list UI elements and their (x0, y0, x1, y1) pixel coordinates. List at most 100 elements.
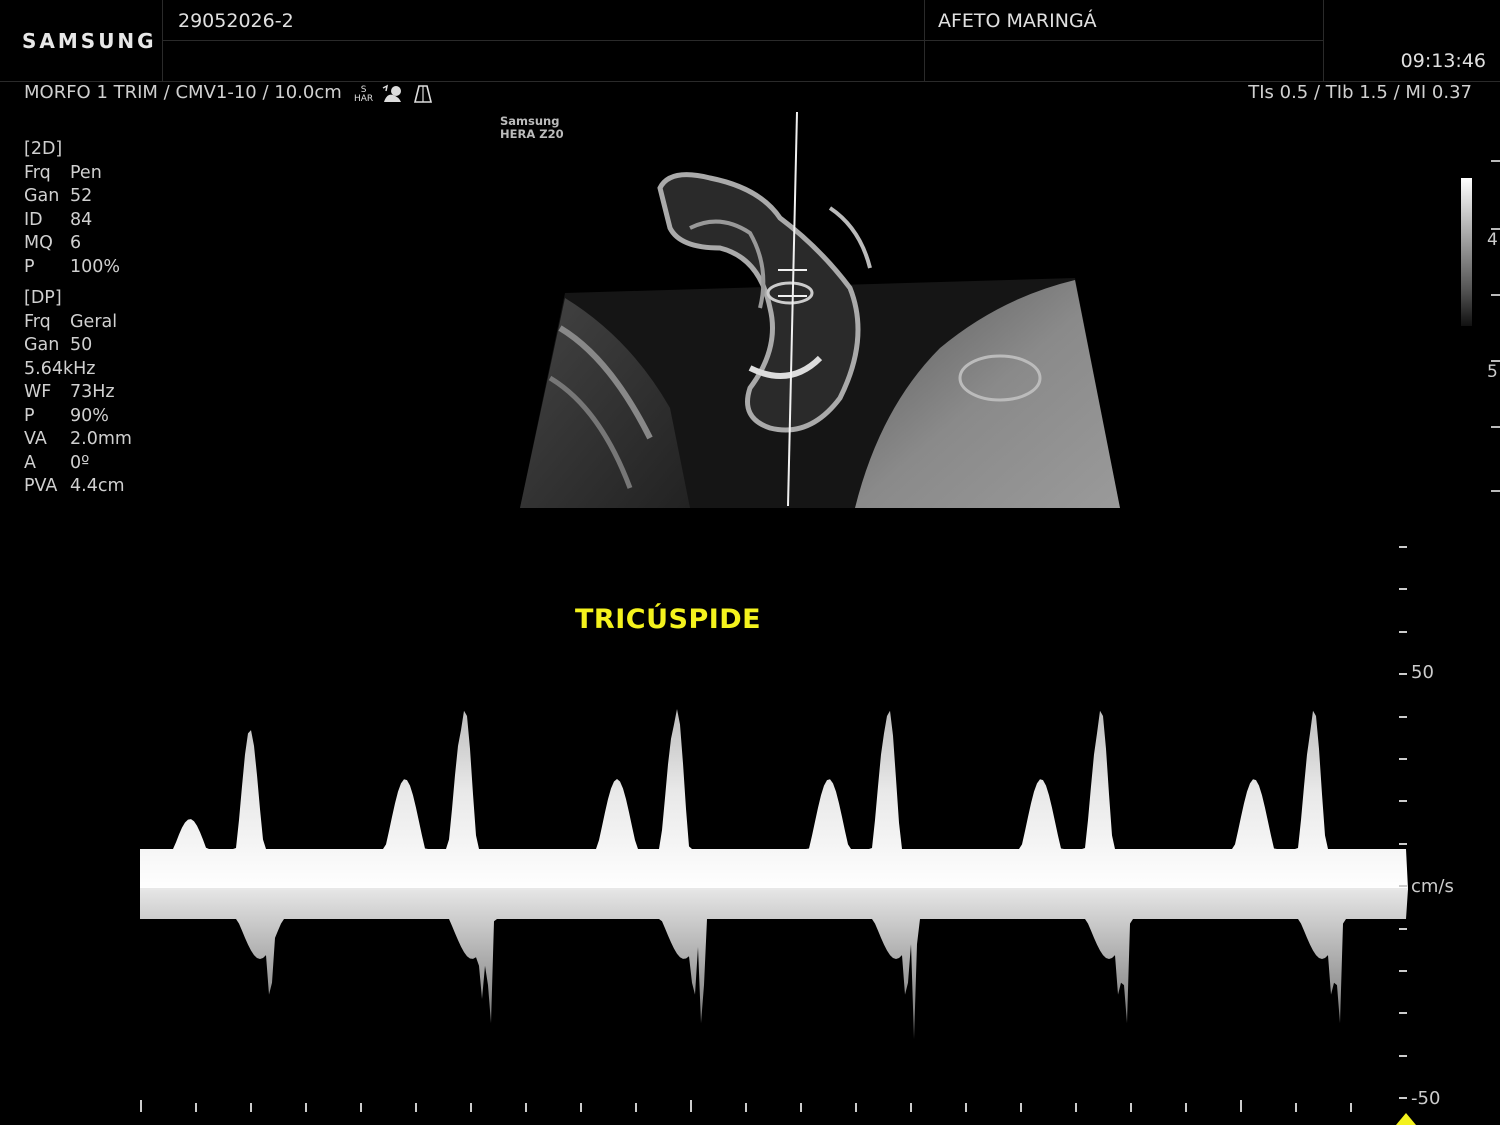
clock: 09:13:46 (1400, 50, 1486, 72)
param-row: MQ 6 (24, 232, 120, 256)
param-row: ID 84 (24, 209, 120, 233)
param-row: Frq Pen (24, 162, 120, 186)
velocity-tick (1399, 1097, 1407, 1100)
velocity-tick (1399, 758, 1407, 760)
spectrum-forward-flow (140, 709, 1408, 889)
depth-tick (1491, 294, 1500, 296)
time-tick (800, 1103, 802, 1112)
param-row: P 90% (24, 405, 132, 429)
header-bar: SAMSUNG 09:13:46 29052026-2 AFETO MARING… (0, 0, 1500, 82)
param-row: 5.64kHz (24, 358, 132, 382)
time-scale (138, 1098, 1368, 1116)
param-value: 100% (70, 256, 121, 277)
patient-id: 29052026-2 (178, 10, 294, 32)
clock-cell: 09:13:46 (1324, 0, 1500, 82)
time-tick (360, 1103, 362, 1112)
spectral-waveform (140, 709, 1408, 1039)
depth-scale: 4 5 (1485, 150, 1500, 500)
depth-label: 5 (1487, 362, 1498, 382)
brand-logo: SAMSUNG (22, 29, 157, 53)
param-value: 84 (70, 209, 93, 230)
velocity-tick (1399, 588, 1407, 591)
time-tick (910, 1103, 912, 1112)
param-key: Gan (24, 335, 60, 355)
param-key: P (24, 256, 35, 277)
param-key: Frq (24, 311, 51, 332)
param-row: Gan 52 (24, 185, 120, 209)
param-value: 6 (70, 233, 82, 253)
depth-label: 4 (1487, 230, 1498, 250)
time-tick (415, 1103, 417, 1112)
param-key: 5.64kHz (24, 358, 96, 379)
param-row: A 0º (24, 452, 132, 476)
param-value: 50 (70, 335, 93, 355)
time-tick (1020, 1103, 1022, 1112)
params-doppler-panel: [DP] Frq Geral Gan 50 5.64kHz WF 73Hz P 90% … (24, 287, 132, 499)
har-label-bottom: HAR (354, 94, 374, 104)
time-tick (1295, 1103, 1297, 1112)
param-value: 73Hz (70, 382, 115, 402)
time-tick (855, 1103, 857, 1112)
param-row: WF 73Hz (24, 381, 132, 405)
probe-orientation-icon (414, 85, 433, 103)
param-value: 0º (70, 452, 90, 473)
grayscale-bar (1461, 178, 1472, 326)
param-key: ID (24, 209, 43, 230)
time-tick (195, 1103, 197, 1112)
depth-tick (1491, 426, 1500, 428)
harmonic-icon: S HAR (354, 86, 373, 104)
time-tick (690, 1100, 692, 1112)
institution-cell-2 (925, 41, 1324, 82)
velocity-tick (1399, 673, 1407, 676)
fetus-icon (382, 84, 402, 102)
param-key: MQ (24, 233, 53, 253)
time-tick (250, 1103, 252, 1112)
time-tick (140, 1100, 142, 1112)
time-tick (965, 1103, 967, 1112)
annotation-label: TRICÚSPIDE (575, 604, 762, 635)
velocity-label-bottom: -50 (1411, 1088, 1441, 1109)
bmode-image[interactable] (520, 108, 1125, 510)
velocity-tick (1399, 546, 1407, 548)
param-row: PVA 4.4cm (24, 475, 132, 499)
param-value: 90% (70, 405, 109, 426)
safety-indices: TIs 0.5 / TIb 1.5 / MI 0.37 (1248, 82, 1472, 103)
param-value: 2.0mm (70, 429, 132, 449)
logo-cell: SAMSUNG (0, 0, 163, 82)
depth-tick (1491, 490, 1500, 492)
param-key: A (24, 452, 36, 473)
velocity-label-top: 50 (1411, 662, 1434, 683)
velocity-unit: cm/s (1411, 876, 1454, 897)
velocity-tick (1399, 715, 1407, 718)
velocity-tick (1399, 842, 1407, 845)
param-key: PVA (24, 476, 58, 496)
velocity-tick (1399, 630, 1407, 633)
param-row: Gan 50 (24, 334, 132, 358)
time-tick (580, 1103, 582, 1112)
time-tick (635, 1103, 637, 1112)
spectrum-reverse-flow (140, 889, 1408, 1039)
institution-name: AFETO MARINGÁ (938, 10, 1097, 32)
mode-icons: S HAR (354, 84, 433, 104)
param-row: VA 2.0mm (24, 428, 132, 452)
param-key: Frq (24, 162, 51, 183)
velocity-tick (1399, 885, 1407, 888)
param-value: Pen (70, 162, 102, 183)
time-tick (1350, 1103, 1352, 1112)
time-tick (745, 1103, 747, 1112)
time-tick (1075, 1103, 1077, 1112)
velocity-tick (1399, 927, 1407, 930)
doppler-spectrum[interactable] (140, 660, 1408, 1100)
velocity-tick (1399, 1012, 1407, 1015)
time-tick (1130, 1103, 1132, 1112)
patient-name-cell (163, 41, 925, 82)
param-key: VA (24, 429, 47, 449)
param-row: Frq Geral (24, 311, 132, 335)
param-value: Geral (70, 311, 118, 332)
velocity-tick (1399, 970, 1407, 972)
time-tick (1240, 1100, 1242, 1112)
time-tick (470, 1103, 472, 1112)
preset-probe-depth: MORFO 1 TRIM / CMV1-10 / 10.0cm (24, 82, 342, 103)
param-key: P (24, 405, 35, 426)
params-2d-panel: [2D] Frq Pen Gan 52 ID 84 MQ 6 P 100% (24, 138, 120, 279)
